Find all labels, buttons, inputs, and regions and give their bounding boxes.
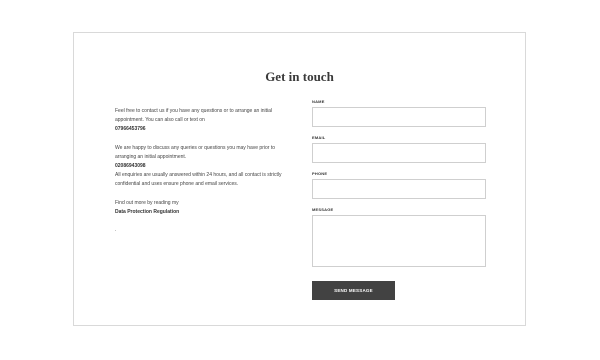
page-title: Get in touch [265, 69, 334, 84]
phone-number-secondary[interactable]: 02086943098 [115, 162, 305, 171]
message-label: MESSAGE [312, 207, 334, 212]
phone-number-primary[interactable]: 07966453796 [115, 125, 305, 134]
message-textarea[interactable] [312, 215, 486, 267]
send-message-button[interactable]: SEND MESSAGE [312, 281, 395, 300]
data-protection-link[interactable]: Data Protection Regulation [115, 208, 305, 217]
enquiries-text-line1: All enquiries are usually answered withi… [115, 172, 282, 179]
enquiries-text-line2: confidential and uses ensure phone and e… [115, 181, 239, 188]
name-label: NAME [312, 99, 325, 104]
contact-form: NAME EMAIL PHONE MESSAGE SEND MESSAGE [312, 99, 486, 300]
intro-text-line2: appointment. You can also call or text o… [115, 117, 205, 124]
email-input[interactable] [312, 143, 486, 163]
discuss-text-line1: We are happy to discuss any queries or q… [115, 144, 275, 151]
contact-card: Get in touch Feel free to contact us if … [73, 32, 526, 326]
name-input[interactable] [312, 107, 486, 127]
discuss-text-line2: arranging an initial appointment. [115, 153, 187, 160]
contact-info: Feel free to contact us if you have any … [115, 107, 305, 235]
find-more-text: Find out more by reading my [115, 199, 179, 206]
phone-input[interactable] [312, 179, 486, 199]
email-label: EMAIL [312, 135, 326, 140]
intro-text-line1: Feel free to contact us if you have any … [115, 108, 273, 114]
phone-label: PHONE [312, 171, 328, 176]
trailing-dot: . [115, 227, 117, 234]
